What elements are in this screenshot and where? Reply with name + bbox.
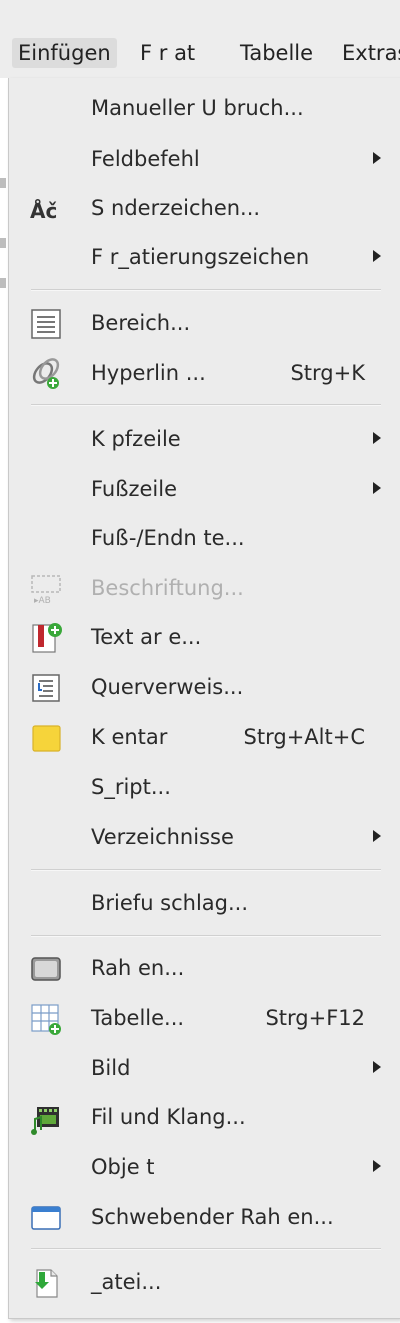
menu-item-caption[interactable]: ▸AB Beschriftung... [9, 565, 400, 611]
menu-item-indexes[interactable]: Verzeichnisse [9, 814, 400, 860]
menu-item-header[interactable]: K pfzeile [9, 416, 400, 462]
menu-item-shortcut: Strg+F12 [265, 1006, 365, 1030]
menu-item-label: Querverweis... [91, 675, 244, 699]
submenu-arrow-icon [373, 1061, 381, 1073]
special-character-icon: Åč [29, 192, 63, 226]
menu-item-label: Rah en... [91, 956, 185, 980]
frame-icon [29, 952, 63, 986]
menu-item-floating-frame[interactable]: Schwebender Rah en... [9, 1194, 400, 1240]
menu-extras-label: Extras [342, 41, 400, 65]
menu-item-label: Obje t [91, 1155, 155, 1179]
menu-item-label: Feldbefehl [91, 147, 200, 171]
hyperlink-icon [29, 357, 63, 391]
submenu-arrow-icon [373, 830, 381, 842]
menu-tabelle-label: Tabelle [240, 41, 314, 65]
menu-item-shortcut: Strg+K [290, 361, 365, 385]
menu-item-shortcut: Strg+Alt+C [243, 725, 365, 749]
menu-tabelle[interactable]: Tabelle [240, 38, 313, 68]
menu-item-hyperlink[interactable]: Hyperlin ... Strg+K [9, 350, 400, 396]
menu-item-label: Text ar e... [91, 625, 202, 649]
menu-item-media[interactable]: Fil und Klang... [9, 1094, 400, 1140]
menu-item-label: _atei... [91, 1270, 162, 1294]
menu-item-label: Verzeichnisse [91, 825, 234, 849]
media-icon [29, 1101, 63, 1135]
menu-item-label: Fil und Klang... [91, 1105, 246, 1129]
menu-item-label: Tabelle... [91, 1006, 185, 1030]
menu-item-label: Fußzeile [91, 477, 177, 501]
menu-item-label: Manueller U bruch... [91, 96, 304, 120]
menu-extras[interactable]: Extras [342, 38, 400, 68]
menu-item-label: Bereich... [91, 311, 191, 335]
table-icon [29, 1002, 63, 1036]
menu-item-script[interactable]: S_ript... [9, 764, 400, 810]
menu-einfuegen-label: Einfügen [18, 41, 111, 65]
menu-item-manual-break[interactable]: Manueller U bruch... [9, 85, 400, 131]
menu-item-insert-file[interactable]: _atei... [9, 1259, 400, 1305]
menu-item-label: Briefu schlag... [91, 891, 249, 915]
cross-reference-icon [29, 671, 63, 705]
menu-item-label: Beschriftung... [91, 576, 244, 600]
menu-item-image[interactable]: Bild [9, 1045, 400, 1091]
submenu-arrow-icon [373, 250, 381, 262]
menu-format-label: F r at [140, 41, 196, 65]
menu-item-cross-reference[interactable]: Querverweis... [9, 664, 400, 710]
menu-item-object[interactable]: Obje t [9, 1144, 400, 1190]
menu-item-field[interactable]: Feldbefehl [9, 136, 400, 182]
menu-item-bookmark[interactable]: Text ar e... [9, 614, 400, 660]
menu-item-footnote-endnote[interactable]: Fuß-/Endn te... [9, 515, 400, 561]
submenu-arrow-icon [373, 1160, 381, 1172]
submenu-arrow-icon [373, 482, 381, 494]
menu-item-label: S_ript... [91, 775, 171, 799]
menu-separator [31, 935, 381, 937]
document-mark [0, 238, 6, 248]
menu-item-label: F r_atierungszeichen [91, 245, 310, 269]
menu-item-label: K entar [91, 725, 168, 749]
menu-item-footer[interactable]: Fußzeile [9, 466, 400, 512]
svg-text:Åč: Åč [30, 199, 57, 223]
document-mark [0, 178, 6, 188]
document-edge [0, 78, 8, 1323]
menu-item-special-character[interactable]: Åč S nderzeichen... [9, 185, 400, 231]
floating-frame-icon [29, 1201, 63, 1235]
menu-separator [31, 1248, 381, 1250]
menu-item-formatting-mark[interactable]: F r_atierungszeichen [9, 234, 400, 280]
menu-separator [31, 404, 381, 406]
menu-item-label: Fuß-/Endn te... [91, 526, 245, 550]
menu-separator [31, 869, 381, 871]
menu-item-envelope[interactable]: Briefu schlag... [9, 880, 400, 926]
menu-item-frame[interactable]: Rah en... [9, 945, 400, 991]
bookmark-icon [29, 621, 63, 655]
menu-item-label: K pfzeile [91, 427, 181, 451]
menu-item-comment[interactable]: K entar Strg+Alt+C [9, 714, 400, 760]
menubar: Einfügen F r at Tabelle Extras [0, 0, 400, 78]
insert-menu-dropdown: Manueller U bruch... Feldbefehl Åč S nde… [8, 78, 400, 1319]
svg-text:▸AB: ▸AB [34, 596, 51, 606]
menu-item-label: Hyperlin ... [91, 361, 206, 385]
menu-item-label: S nderzeichen... [91, 196, 261, 220]
menu-item-table[interactable]: Tabelle... Strg+F12 [9, 995, 400, 1041]
section-icon [29, 307, 63, 341]
menu-item-label: Schwebender Rah en... [91, 1205, 334, 1229]
caption-icon: ▸AB [29, 572, 63, 606]
submenu-arrow-icon [373, 432, 381, 444]
menu-format[interactable]: F r at [140, 38, 195, 68]
menu-separator [31, 289, 381, 291]
menu-einfuegen[interactable]: Einfügen [12, 38, 117, 68]
menu-item-section[interactable]: Bereich... [9, 300, 400, 346]
insert-file-icon [29, 1266, 63, 1300]
menu-item-label: Bild [91, 1056, 131, 1080]
submenu-arrow-icon [373, 152, 381, 164]
document-mark [0, 278, 6, 288]
comment-icon [29, 721, 63, 755]
